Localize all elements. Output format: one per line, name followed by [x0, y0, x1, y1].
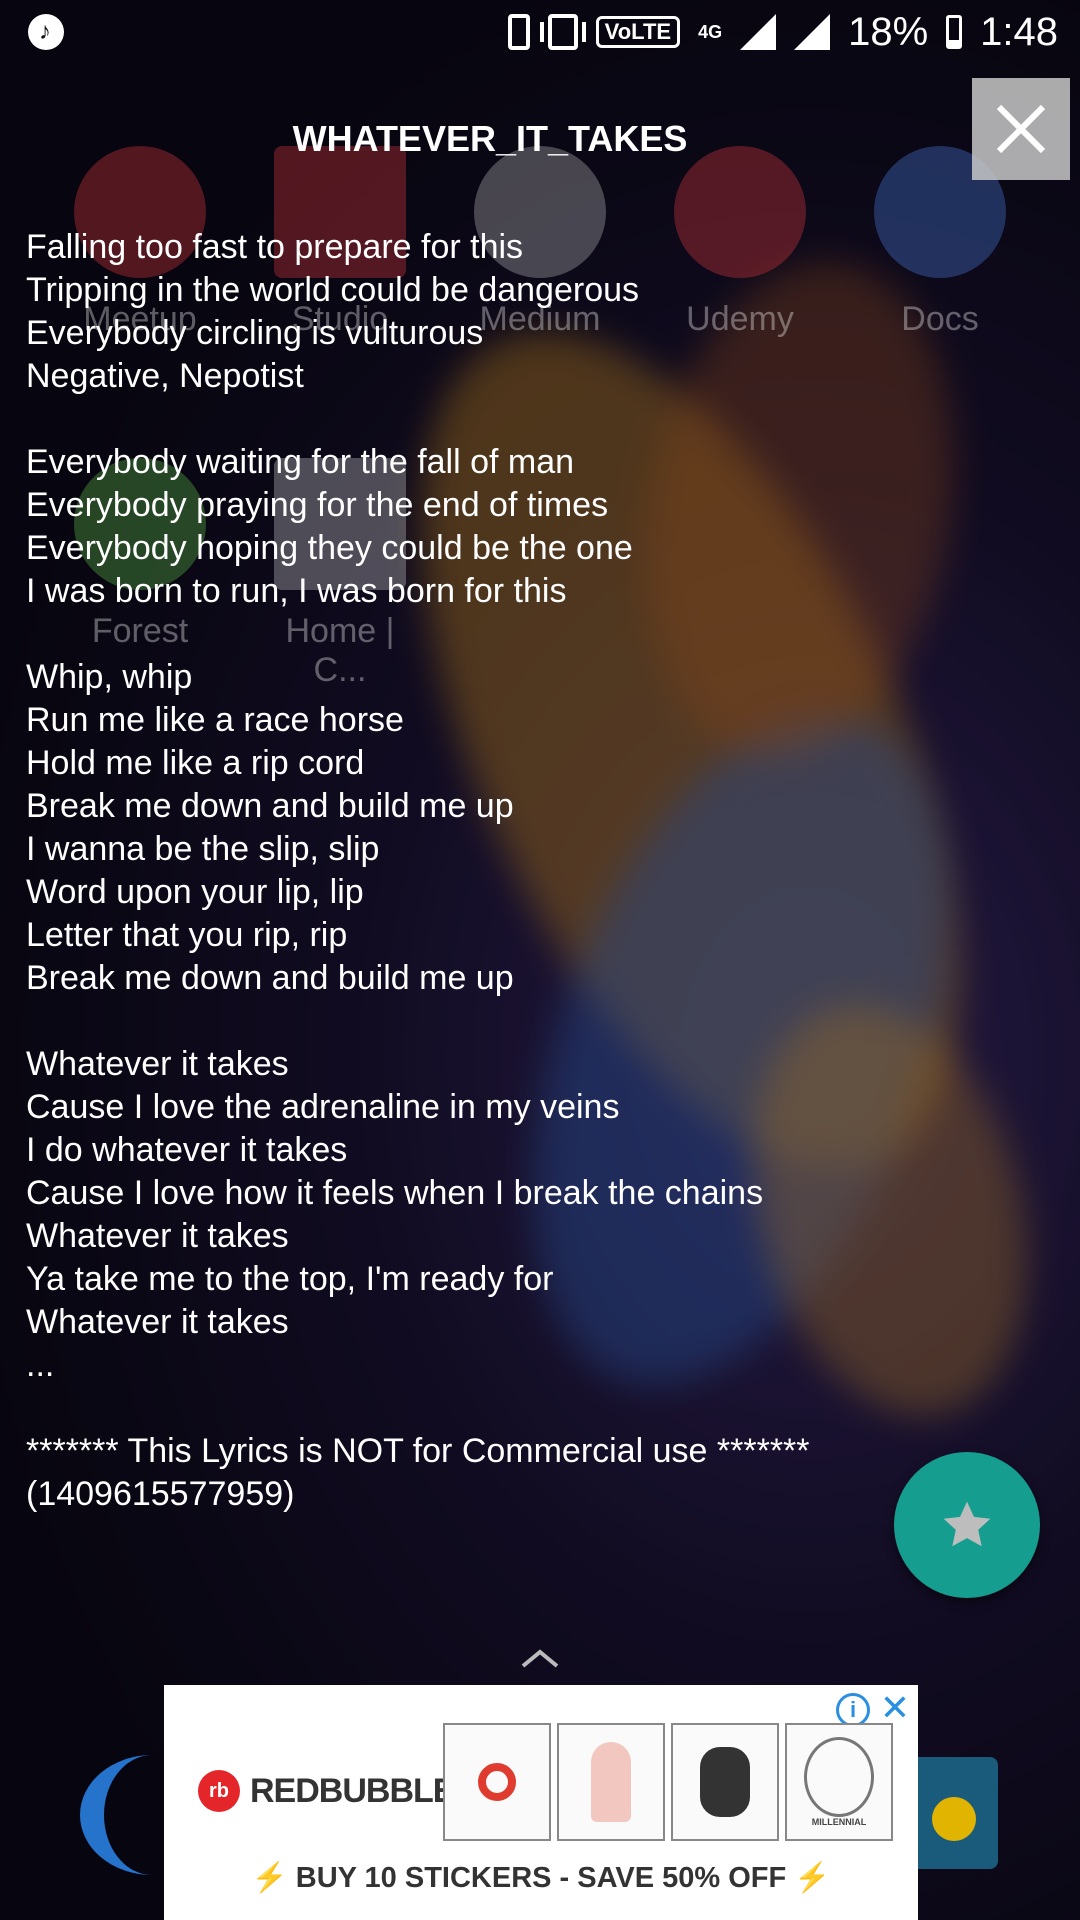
app-drawer-chevron-icon[interactable] — [521, 1648, 559, 1668]
lyrics-text: Falling too fast to prepare for this Tri… — [26, 228, 764, 1384]
wifi-signal-icon — [794, 14, 831, 50]
phone-icon — [507, 14, 530, 50]
volte-badge: VoLTE — [595, 16, 681, 48]
redbubble-mark-icon: rb — [198, 1770, 240, 1812]
star-icon — [943, 1501, 991, 1547]
vibrate-icon — [539, 14, 586, 50]
ad-thumbnails: MILLENNIAL — [443, 1723, 893, 1841]
ad-thumbnail[interactable] — [557, 1723, 665, 1841]
battery-percent: 18% — [848, 9, 929, 54]
favorite-button[interactable] — [894, 1452, 1040, 1598]
signal-icon — [740, 14, 777, 50]
network-type: 4G — [698, 21, 723, 42]
bolt-icon: ⚡ — [794, 1862, 831, 1894]
ad-info-icon[interactable]: i — [836, 1693, 870, 1727]
ad-cta-row[interactable]: ⚡ BUY 10 STICKERS - SAVE 50% OFF ⚡ — [164, 1861, 918, 1895]
status-bar: ♪ VoLTE 4G 18% 1:48 — [0, 0, 1080, 64]
redbubble-logo: rb REDBUBBLE — [198, 1770, 455, 1812]
close-icon — [996, 104, 1046, 154]
ad-thumbnail[interactable] — [443, 1723, 551, 1841]
bolt-icon: ⚡ — [251, 1862, 288, 1894]
clock: 1:48 — [980, 9, 1058, 54]
ad-thumbnail[interactable] — [671, 1723, 779, 1841]
thumb-label: MILLENNIAL — [811, 1817, 867, 1827]
song-title: WHATEVER_IT_TAKES — [292, 118, 688, 159]
lyrics-footer-note: ******* This Lyrics is NOT for Commercia… — [26, 1432, 810, 1513]
battery-icon — [946, 15, 963, 49]
ad-thumbnail[interactable]: MILLENNIAL — [785, 1723, 893, 1841]
ad-banner[interactable]: i ✕ rb REDBUBBLE MILLENNIAL ⚡ BUY 10 STI… — [164, 1685, 918, 1920]
ad-brand-name: REDBUBBLE — [250, 1771, 455, 1810]
ad-cta-text: BUY 10 STICKERS - SAVE 50% OFF — [295, 1862, 787, 1894]
music-note-icon: ♪ — [28, 14, 64, 50]
close-popup-button[interactable] — [972, 78, 1070, 180]
